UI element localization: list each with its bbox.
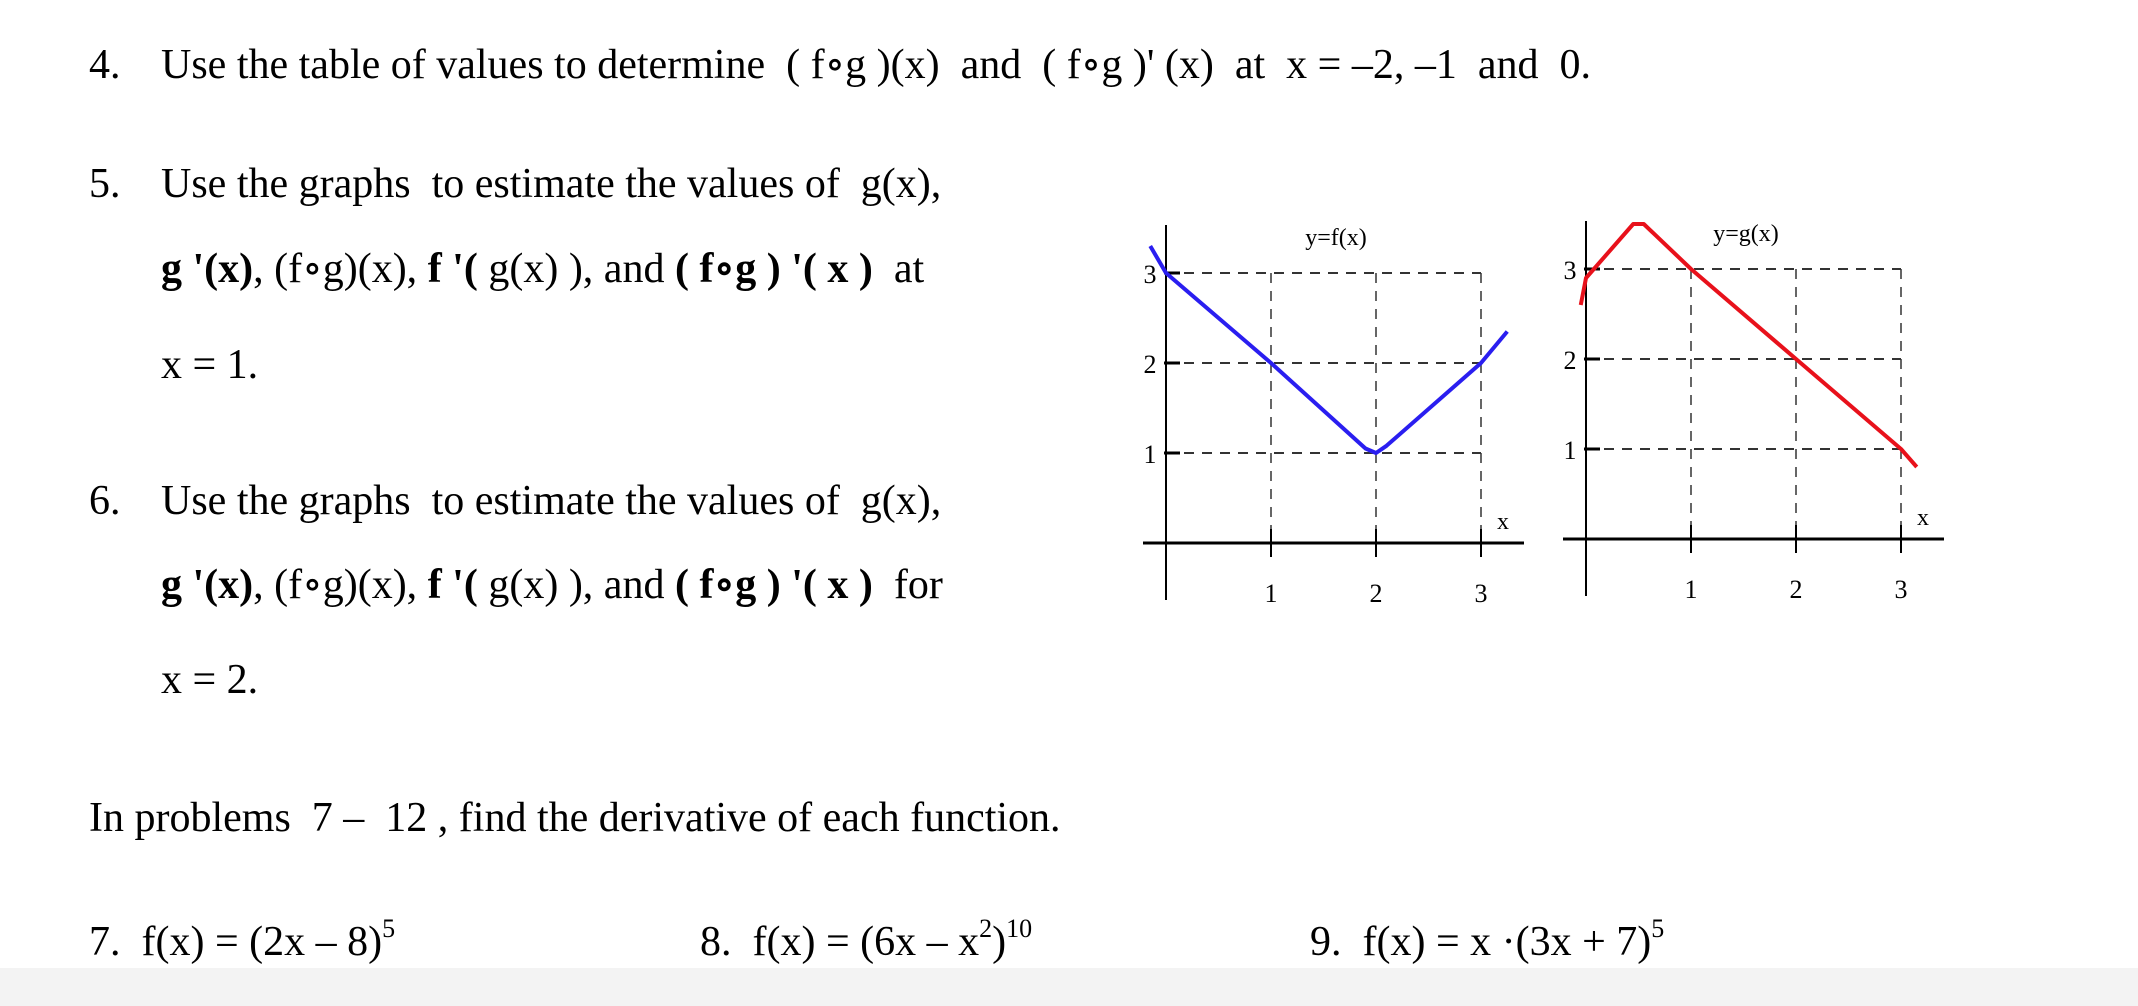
x-tick-label: 2: [1790, 575, 1803, 604]
function-curve: [1148, 244, 1509, 455]
y-tick-label: 2: [1564, 346, 1577, 375]
graph-f: 1 2 3 1 2 3 x y=f(x): [1143, 225, 1524, 608]
x-tick-label: 1: [1265, 579, 1278, 608]
x-tick-label: 3: [1475, 579, 1488, 608]
graphs: 1 2 3 1 2 3 x y=f(x) 1 2 3 1 2 3 x y=g(x): [1143, 221, 1944, 608]
function-curve: [1578, 222, 1919, 469]
graph-g: 1 2 3 1 2 3 x y=g(x): [1563, 221, 1944, 604]
y-tick-label: 3: [1144, 260, 1157, 289]
y-tick-label: 1: [1564, 436, 1577, 465]
y-tick-label: 2: [1144, 350, 1157, 379]
x-tick-label: 2: [1370, 579, 1383, 608]
x-tick-label: 1: [1685, 575, 1698, 604]
graph-title: y=f(x): [1305, 225, 1367, 251]
y-tick-label: 3: [1564, 256, 1577, 285]
y-tick-label: 1: [1144, 440, 1157, 469]
x-axis-label: x: [1497, 509, 1509, 535]
graph-title: y=g(x): [1713, 221, 1779, 247]
x-tick-label: 3: [1895, 575, 1908, 604]
x-axis-label: x: [1917, 505, 1929, 531]
